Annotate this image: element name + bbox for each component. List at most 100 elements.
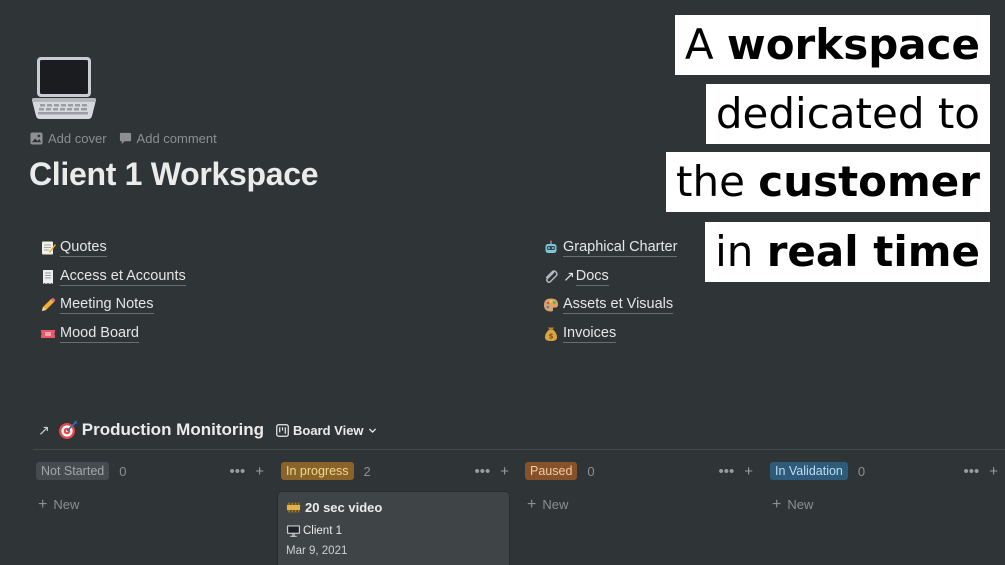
link-arrow-icon: ↗ — [563, 268, 575, 285]
headline-bold-text: workspace — [726, 20, 980, 69]
link-label[interactable]: Invoices — [563, 325, 617, 343]
film-frames-icon — [286, 502, 301, 513]
column-count: 0 — [119, 463, 127, 479]
add-cover-label: Add cover — [48, 131, 107, 146]
card-client: Client 1 — [303, 525, 342, 537]
link-graphical-charter[interactable]: Graphical Charter — [541, 234, 678, 263]
column-count: 2 — [363, 463, 371, 479]
board-card[interactable]: 20 sec video Client 1 Mar 9, 2021 — [278, 492, 509, 565]
new-card-label: New — [787, 497, 814, 512]
link-label[interactable]: Meeting Notes — [60, 296, 154, 315]
database-header: ↗ Production Monitoring Board View — [38, 418, 377, 442]
headline-text: in — [715, 227, 767, 276]
palette-icon — [541, 296, 561, 314]
new-card-button[interactable]: + New — [770, 496, 998, 513]
status-tag[interactable]: In progress — [281, 462, 354, 480]
add-card-icon[interactable]: + — [744, 463, 753, 480]
memo-icon — [38, 239, 58, 257]
new-card-button[interactable]: + New — [525, 496, 753, 513]
add-card-icon[interactable]: + — [255, 463, 264, 480]
card-date: Mar 9, 2021 — [286, 545, 348, 557]
link-label[interactable]: Assets et Visuals — [563, 296, 674, 315]
status-tag[interactable]: Not Started — [36, 462, 110, 480]
headline-line-2: dedicated to — [705, 84, 990, 144]
board-column-paused: Paused 0 ••• + + New — [525, 461, 753, 513]
board-column-not-started: Not Started 0 ••• + + New — [36, 461, 264, 513]
board-column-in-validation: In Validation 0 ••• + + New — [770, 461, 998, 513]
target-icon — [58, 421, 77, 439]
page-title[interactable]: Client 1 Workspace — [29, 156, 319, 193]
link-list-left: Quotes Access et Accounts Meeting Notes … — [38, 234, 186, 348]
link-quotes[interactable]: Quotes — [38, 234, 186, 263]
more-options-icon[interactable]: ••• — [474, 463, 490, 480]
new-card-label: New — [542, 497, 569, 512]
add-card-icon[interactable]: + — [500, 463, 509, 480]
link-docs[interactable]: ↗ Docs — [541, 263, 677, 292]
headline-bold-text: real time — [766, 227, 980, 276]
chevron-down-icon — [368, 427, 376, 433]
laptop-icon[interactable] — [30, 54, 98, 122]
column-actions: ••• + — [474, 461, 509, 481]
headline-line-4: in real time — [705, 222, 990, 282]
link-label[interactable]: Access et Accounts — [60, 268, 186, 286]
link-assets-visuals[interactable]: Assets et Visuals — [541, 291, 677, 320]
card-title-row: 20 sec video — [286, 500, 501, 515]
add-cover-button[interactable]: Add cover — [30, 131, 107, 146]
column-actions: ••• + — [963, 461, 998, 481]
add-comment-label: Add comment — [136, 131, 217, 146]
new-card-label: New — [53, 497, 80, 512]
desktop-computer-icon — [286, 525, 301, 537]
money-bag-icon: $ — [541, 325, 561, 343]
headline-text: A — [684, 20, 727, 69]
notion-page: Add cover Add comment Client 1 Workspace… — [0, 0, 1005, 565]
ticket-icon — [38, 325, 58, 343]
plus-icon: + — [38, 496, 48, 513]
board-view-label: Board View — [292, 422, 364, 438]
headline-text: the — [676, 157, 759, 206]
column-header: In Validation 0 ••• + — [770, 461, 998, 481]
card-client-row: Client 1 — [286, 524, 501, 538]
image-icon — [30, 132, 43, 145]
board-column-in-progress: In progress 2 ••• + — [281, 461, 509, 481]
add-comment-button[interactable]: Add comment — [119, 131, 217, 146]
more-options-icon[interactable]: ••• — [229, 463, 245, 480]
more-options-icon[interactable]: ••• — [963, 463, 979, 480]
paperclip-icon — [541, 268, 561, 286]
plus-icon: + — [772, 496, 782, 513]
column-count: 0 — [857, 463, 866, 479]
column-actions: ••• + — [718, 461, 753, 481]
link-label[interactable]: Quotes — [60, 239, 107, 258]
board-view-button[interactable]: Board View — [276, 423, 377, 438]
headline-line-3: the customer — [666, 152, 990, 212]
link-label[interactable]: Mood Board — [60, 325, 139, 343]
column-header: Not Started 0 ••• + — [36, 461, 264, 481]
column-header: Paused 0 ••• + — [525, 461, 753, 481]
headline-text: dedicated to — [715, 89, 980, 138]
status-tag[interactable]: Paused — [525, 462, 578, 480]
add-card-icon[interactable]: + — [989, 463, 998, 480]
card-title: 20 sec video — [305, 500, 383, 515]
headline-line-1: A workspace — [674, 15, 990, 75]
column-header: In progress 2 ••• + — [281, 461, 509, 481]
link-label[interactable]: Docs — [575, 268, 609, 286]
link-meeting-notes[interactable]: Meeting Notes — [38, 291, 186, 320]
status-tag[interactable]: In Validation — [770, 462, 848, 480]
new-card-button[interactable]: + New — [36, 496, 264, 513]
headline-bold-text: customer — [758, 157, 980, 206]
link-label[interactable]: Graphical Charter — [563, 239, 678, 258]
receipt-icon — [38, 268, 58, 286]
link-mood-board[interactable]: Mood Board — [38, 320, 186, 349]
robot-icon — [541, 239, 561, 257]
pencil-icon — [38, 296, 58, 314]
database-title[interactable]: Production Monitoring — [82, 420, 264, 440]
link-list-right: Graphical Charter ↗ Docs Assets et Visua… — [541, 234, 678, 349]
link-invoices[interactable]: $ Invoices — [541, 320, 677, 349]
column-count: 0 — [587, 463, 595, 479]
comment-icon — [119, 132, 131, 145]
more-options-icon[interactable]: ••• — [718, 463, 734, 480]
linked-database-arrow-icon[interactable]: ↗ — [38, 422, 50, 439]
column-actions: ••• + — [229, 461, 264, 481]
plus-icon: + — [527, 496, 537, 513]
link-access-accounts[interactable]: Access et Accounts — [38, 263, 186, 292]
database-divider — [33, 449, 1005, 450]
